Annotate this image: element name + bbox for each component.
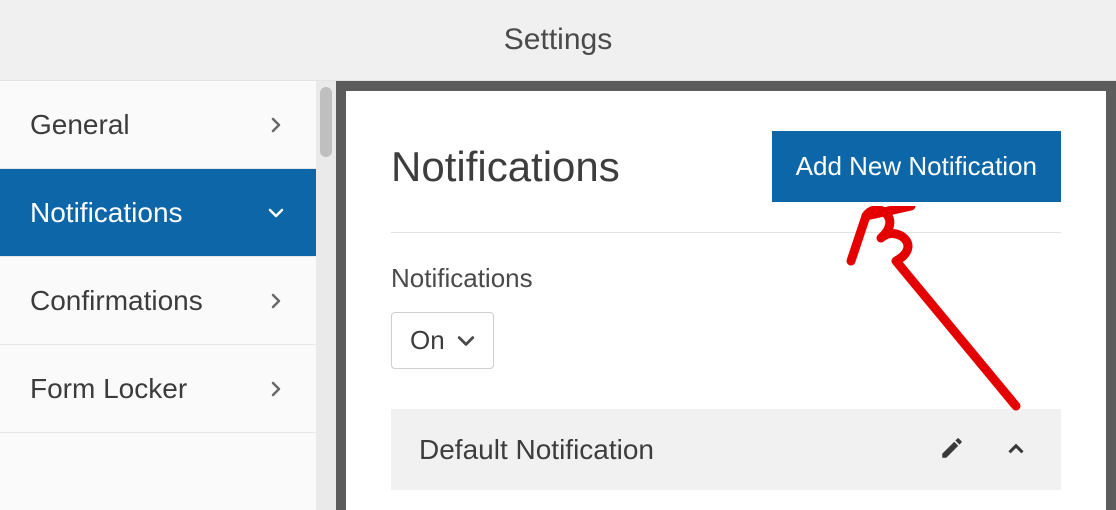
notification-item-title: Default Notification — [419, 434, 654, 466]
main-frame: Notifications Add New Notification Notif… — [336, 81, 1116, 510]
chevron-up-icon — [1003, 435, 1029, 461]
body: General Notifications Confirmations Form… — [0, 80, 1116, 510]
sidebar-item-label: Confirmations — [30, 285, 203, 317]
pencil-icon — [939, 435, 965, 461]
sidebar-item-notifications[interactable]: Notifications — [0, 169, 316, 257]
main-panel: Notifications Add New Notification Notif… — [346, 91, 1106, 510]
app-header: Settings — [0, 0, 1116, 80]
notifications-toggle-select[interactable]: On — [391, 312, 494, 369]
select-value: On — [410, 325, 445, 356]
field-label: Notifications — [391, 263, 1061, 294]
sidebar-item-confirmations[interactable]: Confirmations — [0, 257, 316, 345]
sidebar-item-label: Notifications — [30, 197, 183, 229]
app-title: Settings — [504, 23, 612, 57]
sidebar-item-label: Form Locker — [30, 373, 187, 405]
notification-item-row[interactable]: Default Notification — [391, 409, 1061, 490]
settings-sidebar: General Notifications Confirmations Form… — [0, 81, 316, 510]
chevron-right-icon — [266, 115, 286, 135]
chevron-right-icon — [266, 291, 286, 311]
collapse-button[interactable] — [999, 431, 1033, 468]
sidebar-item-general[interactable]: General — [0, 81, 316, 169]
sidebar-item-label: General — [30, 109, 130, 141]
chevron-down-icon — [457, 332, 475, 350]
notifications-toggle-field: Notifications On — [391, 263, 1061, 369]
panel-header: Notifications Add New Notification — [391, 131, 1061, 233]
chevron-right-icon — [266, 379, 286, 399]
panel-title: Notifications — [391, 143, 620, 191]
notification-item-actions — [935, 431, 1033, 468]
sidebar-scrollbar[interactable] — [316, 81, 336, 510]
chevron-down-icon — [266, 203, 286, 223]
sidebar-item-form-locker[interactable]: Form Locker — [0, 345, 316, 433]
scroll-thumb[interactable] — [320, 87, 332, 157]
edit-button[interactable] — [935, 431, 969, 468]
add-new-notification-button[interactable]: Add New Notification — [772, 131, 1061, 202]
